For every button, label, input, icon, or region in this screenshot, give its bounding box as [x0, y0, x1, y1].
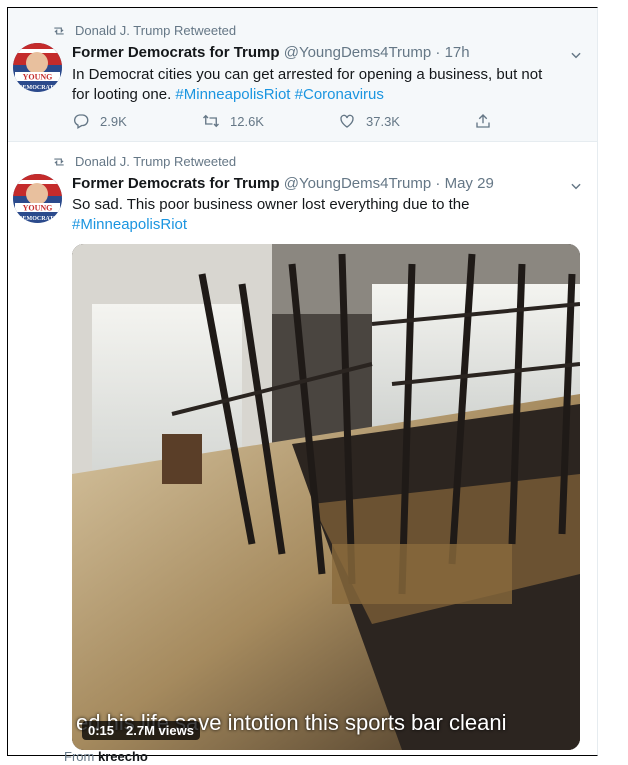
retweet-count: 12.6K: [230, 113, 264, 129]
retweet-icon: [54, 158, 64, 165]
tweet-text: In Democrat cities you can get arrested …: [72, 65, 562, 105]
svg-text:YOUNG: YOUNG: [23, 73, 53, 82]
svg-text:DEMOCRATS: DEMOCRATS: [18, 216, 57, 222]
heart-icon: [340, 114, 354, 128]
hashtag-link[interactable]: #Coronavirus: [295, 86, 384, 103]
reply-count: 2.9K: [100, 113, 127, 129]
retweet-button[interactable]: 12.6K: [202, 112, 338, 130]
video-duration: 0:15: [82, 721, 121, 740]
hashtag-link[interactable]: #MinneapolisRiot: [175, 86, 290, 103]
share-button[interactable]: [474, 112, 492, 130]
video-source: From kreecho: [64, 749, 148, 764]
video-frame: [72, 244, 580, 750]
svg-text:DEMOCRATS: DEMOCRATS: [18, 85, 57, 91]
from-label: From: [64, 749, 95, 764]
timeline: Donald J. Trump Retweeted YOUNG DEMOCRAT…: [7, 7, 598, 756]
share-icon: [476, 114, 490, 128]
tweet[interactable]: Donald J. Trump Retweeted YOUNG DEMOCRAT…: [8, 142, 597, 755]
from-user-link[interactable]: kreecho: [98, 749, 148, 764]
author-name[interactable]: Former Democrats for Trump: [72, 44, 280, 61]
tweet-header: Former Democrats for Trump @YoungDems4Tr…: [72, 44, 589, 61]
avatar-image: YOUNG DEMOCRATS: [13, 174, 62, 223]
chevron-down-icon[interactable]: [569, 48, 583, 62]
tweet[interactable]: Donald J. Trump Retweeted YOUNG DEMOCRAT…: [8, 8, 597, 142]
author-name[interactable]: Former Democrats for Trump: [72, 175, 280, 192]
tweet-text: So sad. This poor business owner lost ev…: [72, 195, 562, 235]
avatar-image: YOUNG DEMOCRATS: [13, 43, 62, 92]
tweet-time[interactable]: May 29: [445, 175, 494, 192]
chevron-down-icon[interactable]: [569, 179, 583, 193]
video-badges: 0:15 2.7M views: [82, 721, 200, 740]
retweet-context: Donald J. Trump Retweeted: [52, 154, 236, 169]
avatar[interactable]: YOUNG DEMOCRATS: [13, 43, 62, 92]
author-handle[interactable]: @YoungDems4Trump: [284, 44, 432, 61]
author-handle[interactable]: @YoungDems4Trump: [284, 175, 432, 192]
tweet-time[interactable]: 17h: [445, 44, 470, 61]
like-count: 37.3K: [366, 113, 400, 129]
retweet-context-label: Donald J. Trump Retweeted: [75, 23, 237, 38]
tweet-header: Former Democrats for Trump @YoungDems4Tr…: [72, 175, 589, 192]
hashtag-link[interactable]: #MinneapolisRiot: [72, 216, 187, 233]
reply-button[interactable]: 2.9K: [72, 112, 202, 130]
reply-icon: [74, 114, 89, 129]
separator-dot: ·: [435, 175, 441, 192]
like-button[interactable]: 37.3K: [338, 112, 474, 130]
svg-text:YOUNG: YOUNG: [23, 204, 53, 213]
separator-dot: ·: [435, 44, 441, 61]
retweet-context-label: Donald J. Trump Retweeted: [75, 154, 237, 169]
video-player[interactable]: ed his life save intotion this sports ba…: [72, 244, 580, 750]
video-views: 2.7M views: [120, 721, 200, 740]
retweet-icon: [54, 27, 64, 34]
retweet-context: Donald J. Trump Retweeted: [52, 23, 236, 38]
tweet-actions: 2.9K 12.6K 37.3K: [72, 112, 492, 130]
tweet-text-body: So sad. This poor business owner lost ev…: [72, 196, 470, 213]
retweet-icon: [203, 114, 219, 128]
avatar[interactable]: YOUNG DEMOCRATS: [13, 174, 62, 223]
